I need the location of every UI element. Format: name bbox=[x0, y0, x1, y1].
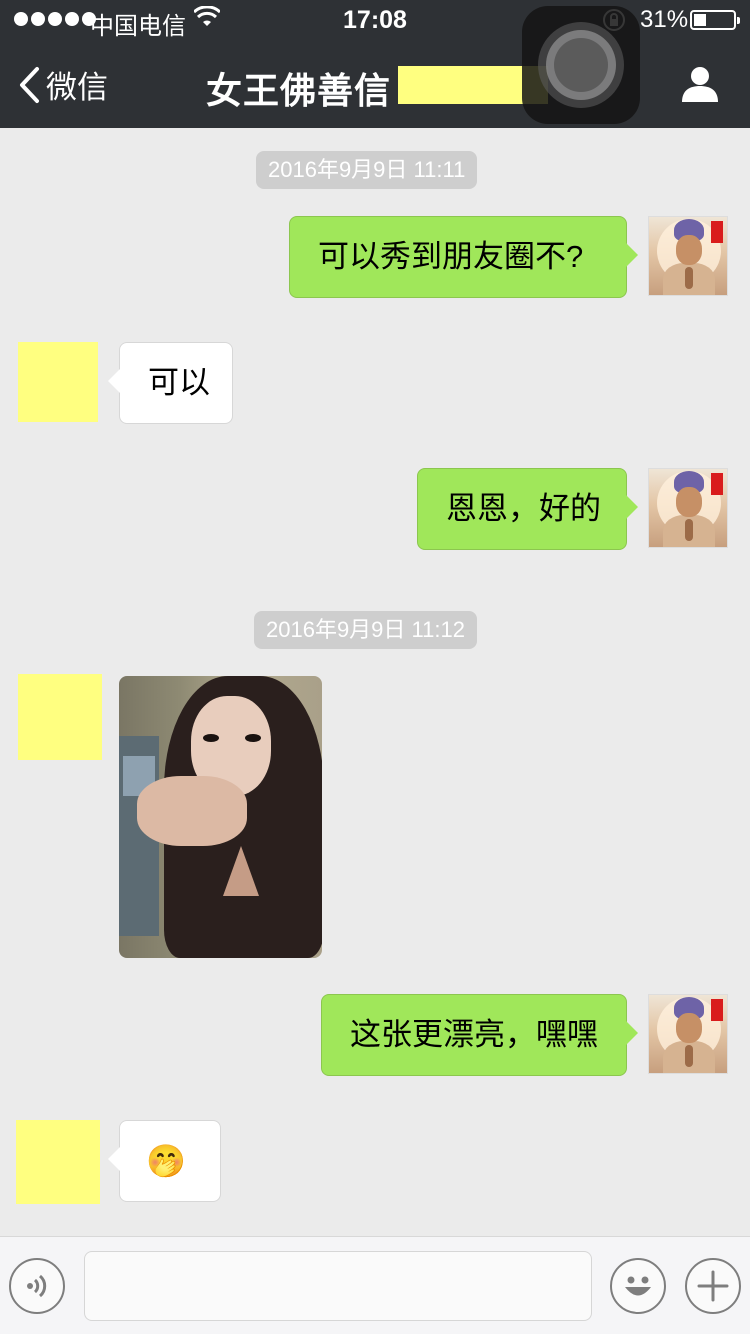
sent-message-bubble[interactable]: 可以秀到朋友圈不? bbox=[289, 216, 638, 298]
emoji-button[interactable] bbox=[610, 1258, 666, 1314]
timestamp: 2016年9月9日 11:12 bbox=[254, 611, 477, 649]
received-message-bubble[interactable]: 可以 bbox=[108, 342, 233, 424]
emoji-message: 🤭 bbox=[146, 1143, 186, 1179]
voice-icon bbox=[27, 1274, 47, 1298]
back-button[interactable]: 微信 bbox=[18, 62, 108, 107]
assistive-touch-button[interactable] bbox=[522, 6, 640, 124]
received-message-bubble[interactable]: 🤭 bbox=[108, 1120, 221, 1202]
timestamp: 2016年9月9日 11:11 bbox=[256, 151, 478, 189]
top-bar: 中国电信 17:08 31% 微信 女王佛善信 bbox=[0, 0, 750, 128]
sent-message-bubble[interactable]: 恩恩，好的 bbox=[417, 468, 638, 550]
contact-profile-button[interactable] bbox=[680, 64, 720, 109]
my-avatar[interactable] bbox=[648, 216, 728, 296]
contact-avatar[interactable] bbox=[18, 342, 98, 422]
contact-avatar[interactable] bbox=[18, 674, 102, 760]
received-image-message[interactable] bbox=[119, 676, 322, 958]
battery-percent: 31% bbox=[640, 6, 689, 33]
battery-icon bbox=[690, 10, 740, 30]
chevron-left-icon bbox=[20, 66, 39, 103]
plus-icon bbox=[697, 1270, 729, 1302]
input-toolbar bbox=[0, 1236, 750, 1334]
my-avatar[interactable] bbox=[648, 468, 728, 548]
message-input[interactable] bbox=[84, 1251, 592, 1321]
back-label: 微信 bbox=[46, 70, 108, 105]
emoji-icon bbox=[625, 1276, 651, 1296]
person-icon bbox=[682, 67, 718, 102]
more-options-button[interactable] bbox=[685, 1258, 741, 1314]
voice-input-button[interactable] bbox=[9, 1258, 65, 1314]
page-title: 女王佛善信 bbox=[206, 70, 392, 111]
contact-avatar[interactable] bbox=[16, 1120, 100, 1204]
sent-message-bubble[interactable]: 这张更漂亮，嘿嘿 bbox=[321, 994, 638, 1076]
my-avatar[interactable] bbox=[648, 994, 728, 1074]
